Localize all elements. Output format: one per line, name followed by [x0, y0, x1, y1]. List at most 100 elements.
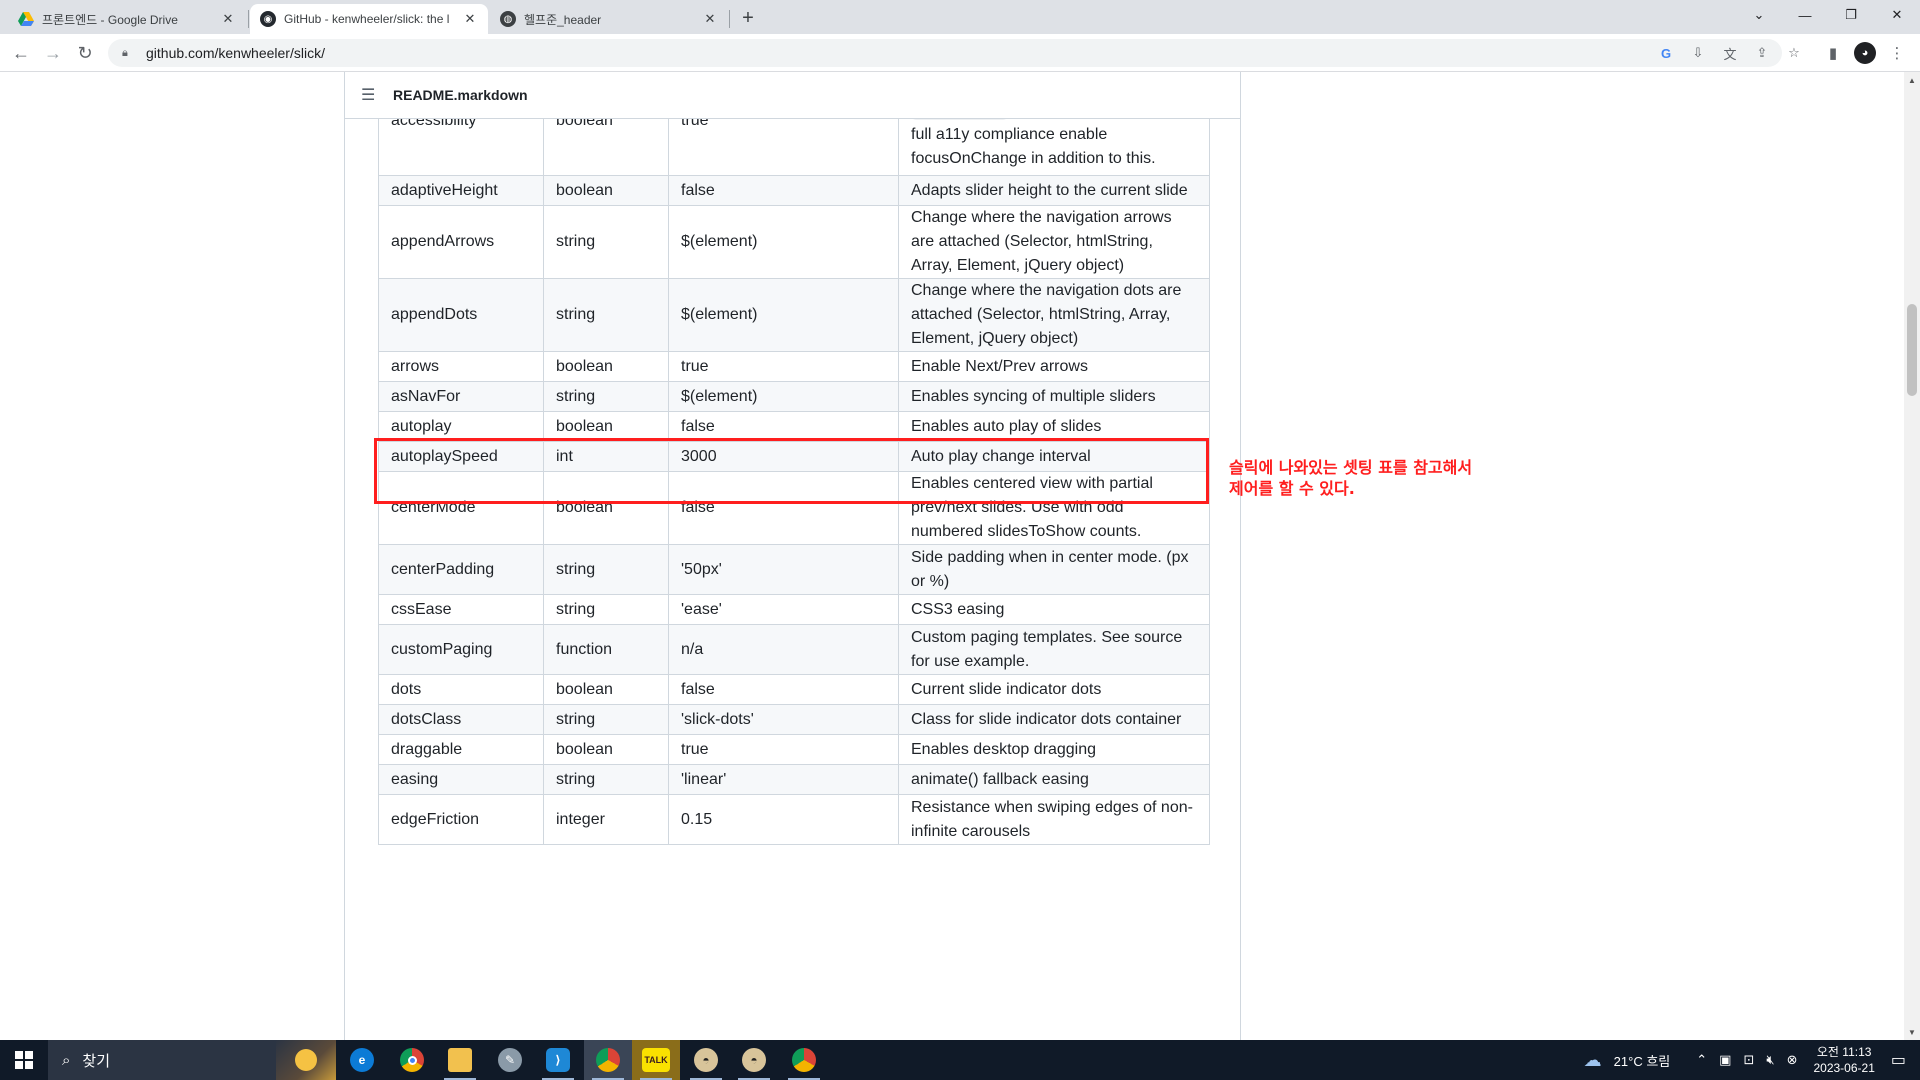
minimize-button[interactable]: — — [1782, 0, 1828, 30]
option-name-cell: easing — [378, 764, 544, 795]
google-lens-icon[interactable]: G — [1656, 43, 1676, 63]
action-center-icon[interactable]: ▭ — [1891, 1050, 1906, 1070]
lock-icon: 🔒︎ — [122, 47, 128, 59]
browser-tab-bar: 프론트엔드 - Google Drive ✕ ◉ GitHub - kenwhe… — [0, 0, 1920, 34]
option-name-cell: autoplaySpeed — [378, 441, 544, 472]
option-name-cell: appendArrows — [378, 205, 544, 279]
tab-header-page[interactable]: ◍ 헬프준_header ✕ — [490, 4, 728, 34]
scroll-down-arrow-icon[interactable]: ▼ — [1904, 1024, 1920, 1040]
option-name-cell: customPaging — [378, 624, 544, 675]
option-name-cell: adaptiveHeight — [378, 175, 544, 206]
restore-button[interactable]: ❐ — [1828, 0, 1874, 30]
table-row: asNavFor string $(element) Enables syncing … — [378, 381, 1210, 412]
profile-avatar-icon[interactable]: ◕ — [1854, 42, 1876, 64]
option-description-cell: Change where the navigation arrows are a… — [898, 205, 1210, 279]
forward-arrow-icon[interactable]: → — [40, 40, 66, 66]
option-default-cell: n/a — [668, 624, 899, 675]
option-type-cell: string — [543, 764, 669, 795]
kakaotalk-label: TALK — [642, 1048, 670, 1072]
option-type-cell: string — [543, 381, 669, 412]
tab-title: 프론트엔드 - Google Drive — [42, 12, 178, 27]
option-description-cell: CSS3 easing — [898, 594, 1210, 625]
option-type-cell: string — [543, 205, 669, 279]
close-window-button[interactable]: ✕ — [1874, 0, 1920, 30]
share-icon[interactable]: ⇪ — [1752, 43, 1772, 63]
address-bar[interactable]: 🔒︎ github.com/kenwheeler/slick/ — [108, 39, 1782, 67]
option-default-cell: 'ease' — [668, 594, 899, 625]
vscode-icon[interactable]: ⟩ — [534, 1040, 582, 1080]
table-row: edgeFriction integer 0.15 Resistance when s… — [378, 794, 1210, 845]
taskbar-clock[interactable]: 오전 11:13 2023-06-21 — [1813, 1044, 1874, 1076]
file-explorer-icon[interactable] — [436, 1040, 484, 1080]
more-menu-icon[interactable]: ⋮ — [1886, 42, 1908, 64]
tab-google-drive[interactable]: 프론트엔드 - Google Drive ✕ — [8, 4, 246, 34]
option-description-cell: animate() fallback easing — [898, 764, 1210, 795]
option-description-cell: Enables auto play of slides — [898, 411, 1210, 442]
option-default-cell: 'linear' — [668, 764, 899, 795]
option-name-cell: centerMode — [378, 471, 544, 545]
bookmark-star-icon[interactable]: ☆ — [1784, 43, 1804, 63]
option-default-cell: $(element) — [668, 381, 899, 412]
weather-text[interactable]: 21°C 흐림 — [1614, 1051, 1671, 1070]
scrollbar-thumb[interactable] — [1907, 304, 1917, 396]
weather-cloud-icon[interactable]: ☁ — [1584, 1050, 1602, 1071]
table-row: arrows boolean true Enable Next/Prev arrows — [378, 351, 1210, 382]
option-default-cell: true — [668, 351, 899, 382]
chevron-up-icon[interactable]: ⌃ — [1696, 1052, 1707, 1068]
table-row: centerMode boolean false Enables centered v… — [378, 471, 1210, 545]
new-tab-button[interactable]: + — [735, 5, 761, 31]
network-icon[interactable]: ⊡ — [1743, 1052, 1754, 1068]
option-type-cell: string — [543, 544, 669, 595]
install-app-icon[interactable]: ⇩ — [1688, 43, 1708, 63]
side-panel-icon[interactable]: ▮ — [1822, 42, 1844, 64]
option-description-cell: Enables centered view with partial prev/… — [898, 471, 1210, 545]
close-icon[interactable]: ✕ — [220, 11, 236, 27]
table-row: draggable boolean true Enables desktop drag… — [378, 734, 1210, 765]
tab-github-slick[interactable]: ◉ GitHub - kenwheeler/slick: the l ✕ — [250, 4, 488, 34]
table-row: easing string'linear' animate() fallback e… — [378, 764, 1210, 795]
vertical-scrollbar[interactable]: ▲ ▼ — [1904, 72, 1920, 1040]
option-name-cell: draggable — [378, 734, 544, 765]
system-tray: ☁ 21°C 흐림 ⌃ ▣ ⊡ 🔇︎ ⊗ 오전 11:13 2023-06-21… — [1578, 1040, 1920, 1080]
table-row: dots boolean false Current slide indicator … — [378, 674, 1210, 705]
translate-icon[interactable]: 文 — [1720, 43, 1740, 63]
volume-muted-icon[interactable]: 🔇︎ — [1766, 1052, 1774, 1068]
option-name-cell: dots — [378, 674, 544, 705]
readme-container: ☰ README.markdown accessibility boolean tr… — [344, 72, 1241, 1040]
chrome-profile-icon[interactable] — [584, 1040, 632, 1080]
windows-start-button[interactable] — [0, 1040, 48, 1080]
option-name-cell: asNavFor — [378, 381, 544, 412]
annotation-line: 슬릭에 나와있는 셋팅 표를 참고해서 — [1229, 458, 1473, 477]
close-icon[interactable]: ✕ — [462, 11, 478, 27]
paint-icon[interactable]: ✎ — [486, 1040, 534, 1080]
table-row: dotsClass string'slick-dots' Class for sli… — [378, 704, 1210, 735]
table-row: adaptiveHeight boolean false Adapts slider … — [378, 175, 1210, 206]
penguin-app-icon-2[interactable]: ◓ — [730, 1040, 778, 1080]
search-icon: ⌕ — [62, 1051, 71, 1069]
search-placeholder: 찾기 — [82, 1052, 111, 1070]
table-row: appendDots string $(element) Change where t… — [378, 278, 1210, 352]
reload-icon[interactable]: ↻ — [72, 40, 98, 66]
meet-now-icon[interactable]: ▣ — [1719, 1052, 1731, 1068]
annotation-note: 슬릭에 나와있는 셋팅 표를 참고해서 제어를 할 수 있다. — [1229, 457, 1472, 499]
notification-off-icon[interactable]: ⊗ — [1787, 1052, 1798, 1068]
tab-search-icon[interactable]: ⌄ — [1736, 0, 1782, 30]
option-default-cell: $(element) — [668, 205, 899, 279]
penguin-app-icon[interactable]: ◓ — [682, 1040, 730, 1080]
description-text: full a11y compliance enable — [911, 126, 1108, 143]
close-icon[interactable]: ✕ — [702, 11, 718, 27]
edge-icon[interactable]: e — [338, 1040, 386, 1080]
scroll-up-arrow-icon[interactable]: ▲ — [1904, 72, 1920, 88]
chrome-icon[interactable] — [388, 1040, 436, 1080]
option-description-cell: Enables syncing of multiple sliders — [898, 381, 1210, 412]
taskbar-search-box[interactable]: ⌕ 찾기 — [48, 1040, 336, 1080]
browser-toolbar: ← → ↻ 🔒︎ github.com/kenwheeler/slick/ G … — [0, 34, 1920, 72]
option-name-cell: cssEase — [378, 594, 544, 625]
list-outline-icon[interactable]: ☰ — [361, 85, 379, 105]
option-description-cell: Class for slide indicator dots container — [898, 704, 1210, 735]
option-default-cell: false — [668, 674, 899, 705]
option-default-cell: $(element) — [668, 278, 899, 352]
kakaotalk-icon[interactable]: TALK — [632, 1040, 680, 1080]
back-arrow-icon[interactable]: ← — [8, 40, 34, 66]
chrome-profile-icon-2[interactable] — [780, 1040, 828, 1080]
